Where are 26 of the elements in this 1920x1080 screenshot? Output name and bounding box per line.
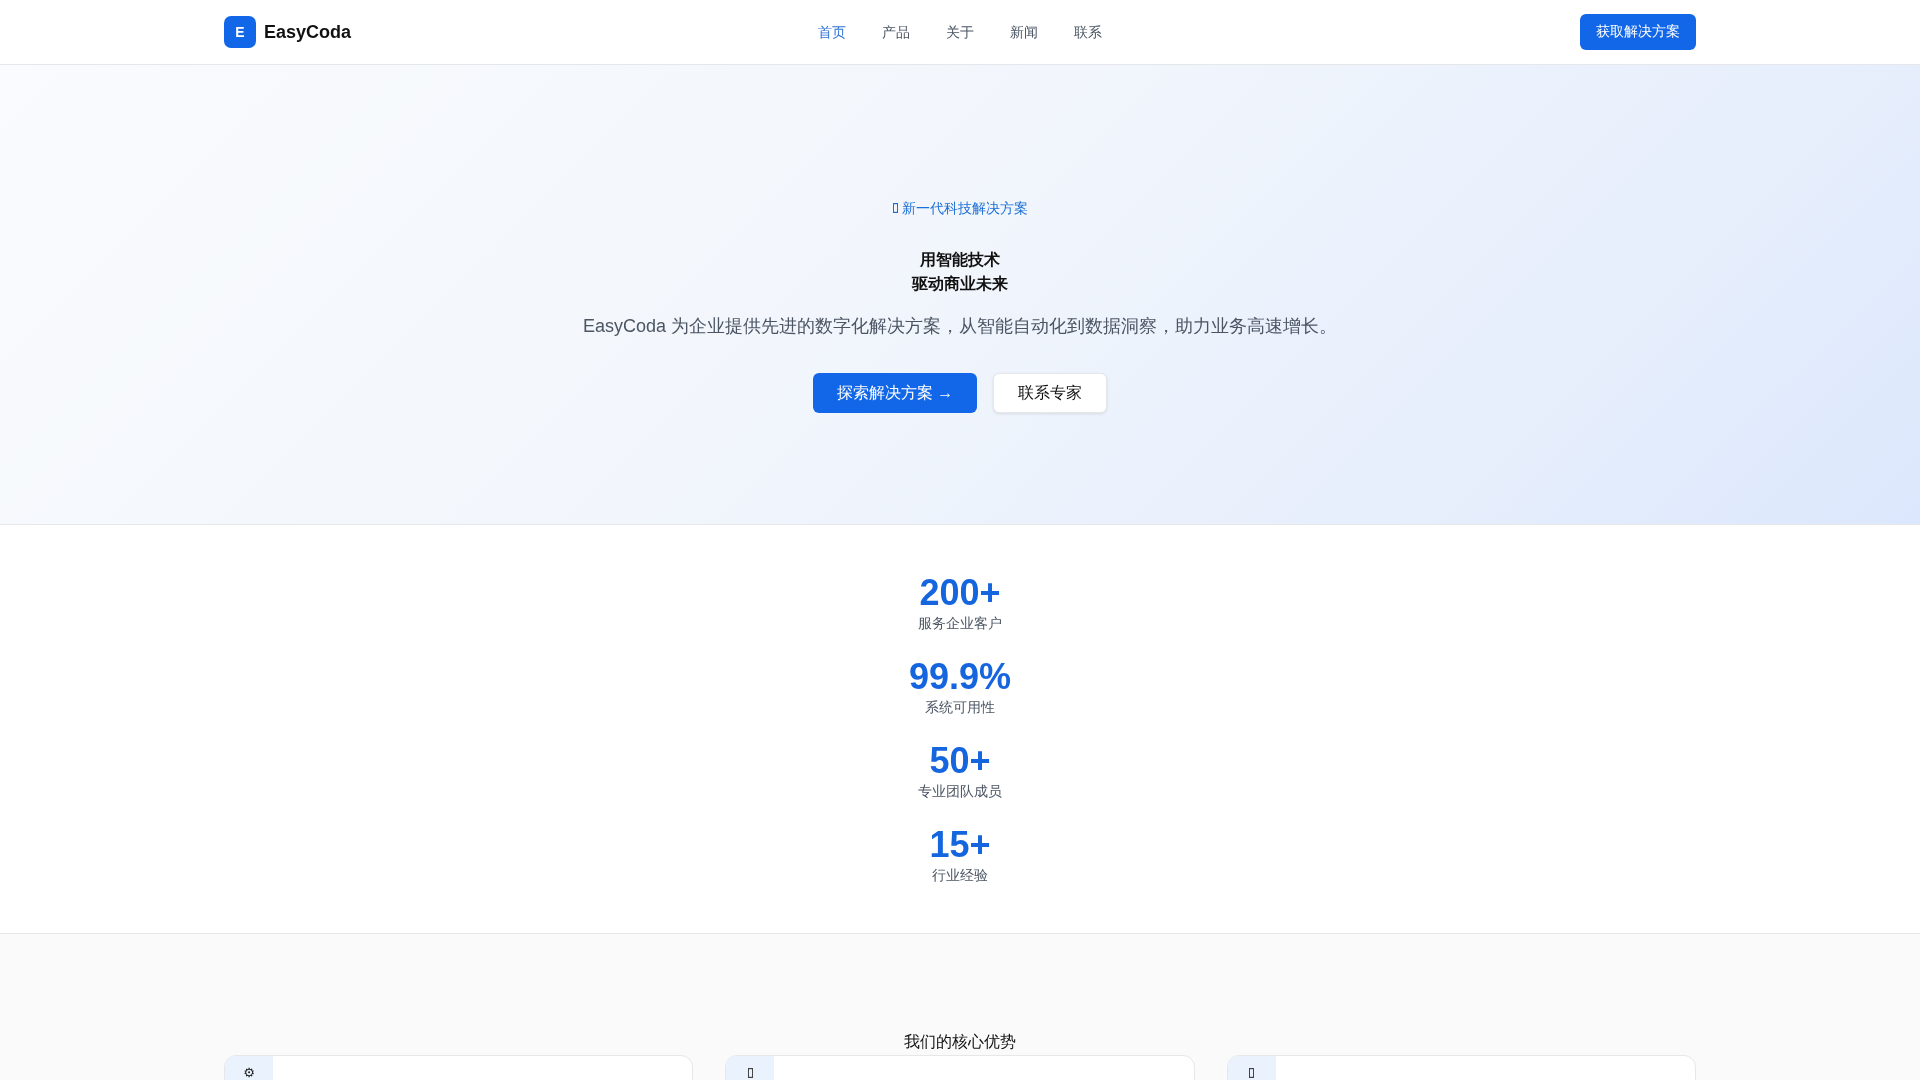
section-title: 我们的核心优势 <box>903 1032 1017 1052</box>
stat-label: 专业团队成员 <box>918 782 1002 801</box>
get-solution-button[interactable]: 获取解决方案 <box>1580 14 1696 50</box>
nav-link[interactable]: 关于 <box>946 22 974 42</box>
missing-glyph-icon <box>1249 1068 1255 1078</box>
stat-label: 服务企业客户 <box>918 614 1002 633</box>
nav-link[interactable]: 联系 <box>1074 22 1102 42</box>
hero-description: EasyCoda 为企业提供先进的数字化解决方案，从智能自动化到数据洞察，助力业务高速增长。 <box>582 315 1338 338</box>
stat-label: 系统可用性 <box>925 698 995 717</box>
stat-label: 行业经验 <box>932 866 988 885</box>
contact-expert-button[interactable]: 联系专家 <box>993 373 1108 413</box>
stat-value: 99.9% <box>908 657 1012 697</box>
gear-icon: ⚙ <box>243 1066 255 1080</box>
nav-link[interactable]: 产品 <box>882 22 910 42</box>
explore-solutions-button[interactable]: 探索解决方案 → <box>812 373 978 413</box>
hero-title: 用智能技术 驱动商业未来 <box>912 250 1008 294</box>
hero-badge-text: 新一代科技解决方案 <box>901 199 1028 218</box>
brand-name: EasyCoda <box>264 21 352 43</box>
missing-glyph-icon <box>892 203 898 213</box>
stat-value: 15+ <box>929 825 991 865</box>
stat-value: 50+ <box>929 741 991 781</box>
nav-link[interactable]: 新闻 <box>1010 22 1038 42</box>
logo-icon: E <box>224 16 256 48</box>
stat-value: 200+ <box>919 573 1001 613</box>
missing-glyph-icon <box>747 1068 753 1078</box>
nav-link[interactable]: 首页 <box>818 22 846 42</box>
